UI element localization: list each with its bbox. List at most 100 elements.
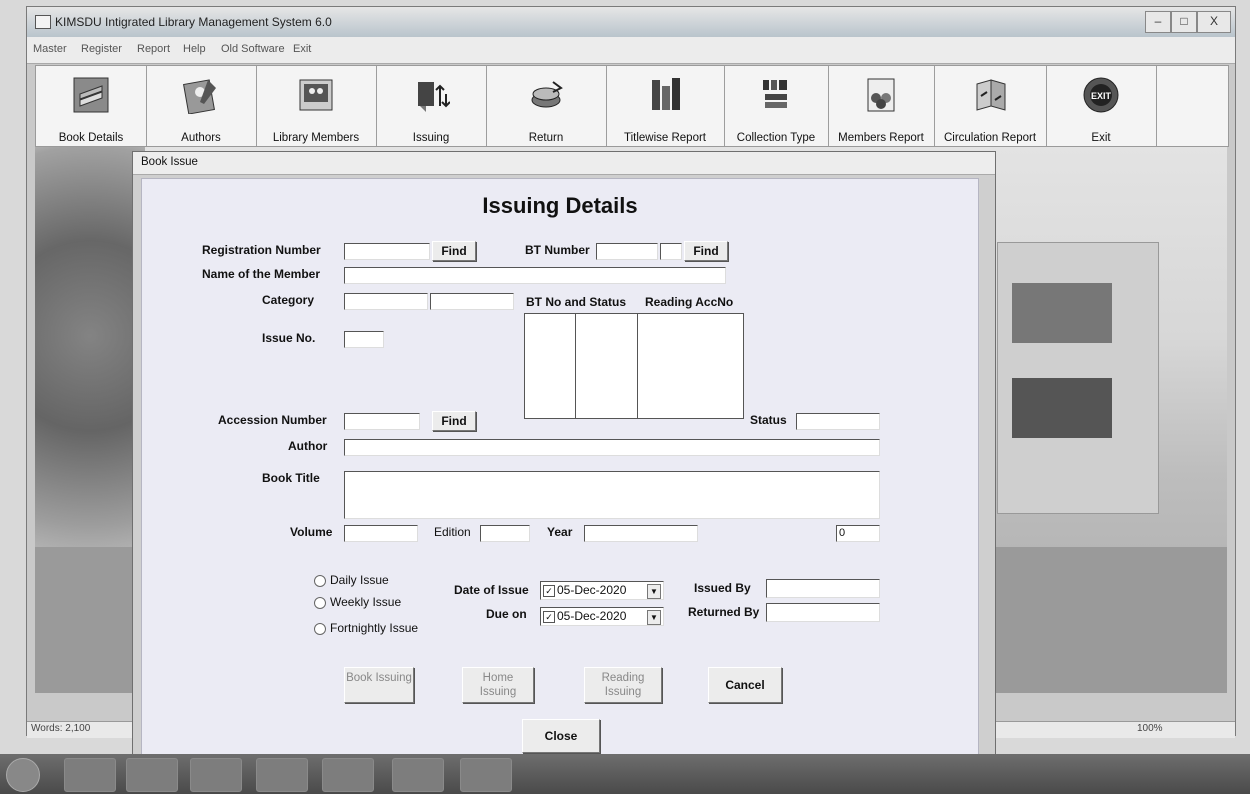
close-button[interactable]: Close [522,719,600,753]
due-on-checkbox[interactable]: ✓ [543,611,555,623]
media-player-icon[interactable] [126,758,178,792]
toolbar-collection-type[interactable]: Collection Type [724,66,829,146]
members-report-icon [867,78,895,112]
toolbar-label: Members Report [838,132,924,144]
bt-status-list[interactable] [524,313,744,419]
member-name-input[interactable] [344,267,726,284]
toolbar-issuing[interactable]: Issuing [376,66,487,146]
edition-input[interactable] [480,525,530,542]
bt-number-input[interactable] [596,243,658,260]
book-issuing-button[interactable]: Book Issuing [344,667,414,703]
dialog-body: Issuing Details Registration Number Find… [141,178,979,764]
date-of-issue-checkbox[interactable]: ✓ [543,585,555,597]
year-label: Year [547,525,573,539]
find-registration-button[interactable]: Find [432,241,476,261]
menu-report[interactable]: Report [137,43,170,55]
menu-master[interactable]: Master [33,43,67,55]
word-icon[interactable] [322,758,374,792]
toolbar-titlewise-report[interactable]: Titlewise Report [606,66,725,146]
books-icon [73,77,109,113]
find-accession-button[interactable]: Find [432,411,476,431]
toolbar-authors[interactable]: Authors [146,66,257,146]
chevron-down-icon[interactable]: ▼ [647,584,661,599]
start-button[interactable] [6,758,40,792]
bt-status-header: BT No and Status [526,295,627,309]
due-on-picker[interactable]: ✓ 05-Dec-2020 ▼ [540,607,664,626]
menu-help[interactable]: Help [183,43,206,55]
chrome-icon[interactable] [256,758,308,792]
toolbar-label: Collection Type [736,132,816,144]
volume-label: Volume [290,525,333,539]
minimize-button[interactable]: – [1145,11,1171,33]
close-window-button[interactable]: X [1197,11,1231,33]
due-on-label: Due on [486,607,527,621]
explorer-icon[interactable] [64,758,116,792]
toolbar-label: Exit [1091,132,1111,144]
toolbar-return[interactable]: Return [486,66,607,146]
fortnightly-issue-label: Fortnightly Issue [330,621,419,635]
reading-issuing-button[interactable]: Reading Issuing [584,667,662,703]
app-icon [35,15,51,29]
accession-number-input[interactable] [344,413,420,430]
issued-by-input[interactable] [766,579,880,598]
status-input[interactable] [796,413,880,430]
menu-old-software[interactable]: Old Software [221,43,285,55]
toolbar-members-report[interactable]: Members Report [828,66,935,146]
date-of-issue-label: Date of Issue [454,583,529,597]
paint-icon[interactable] [460,758,512,792]
year-input[interactable] [584,525,698,542]
firefox-icon[interactable] [190,758,242,792]
toolbar-library-members[interactable]: Library Members [256,66,377,146]
issue-no-input[interactable] [344,331,384,348]
bt-number-suffix-input[interactable] [660,243,682,260]
collection-icon [763,80,787,108]
window-title: KIMSDU Intigrated Library Management Sys… [55,15,332,29]
fortnightly-issue-radio[interactable] [314,623,326,635]
issuing-icon [418,82,450,112]
status-label: Status [750,413,787,427]
toolbar-book-details[interactable]: Book Details [36,66,147,146]
members-icon [299,79,333,111]
registration-number-label: Registration Number [202,243,321,257]
zoom-level: 100% [1137,723,1163,734]
date-of-issue-picker[interactable]: ✓ 05-Dec-2020 ▼ [540,581,664,600]
volume-input[interactable] [344,525,418,542]
counter-field[interactable]: 0 [836,525,880,542]
book-title-input[interactable] [344,471,880,519]
toolbar-label: Book Details [58,132,124,144]
home-issuing-button[interactable]: Home Issuing [462,667,534,703]
returned-by-label: Returned By [688,605,760,619]
title-bar: KIMSDU Intigrated Library Management Sys… [27,7,1235,37]
member-name-label: Name of the Member [202,267,321,281]
find-bt-button[interactable]: Find [684,241,728,261]
category-desc-input[interactable] [430,293,514,310]
library-app-icon[interactable] [392,758,444,792]
author-input[interactable] [344,439,880,456]
edition-label: Edition [434,525,471,539]
date-of-issue-value: 05-Dec-2020 [557,583,627,597]
reading-accno-header: Reading AccNo [645,295,734,309]
issued-by-label: Issued By [694,581,751,595]
building-image [997,242,1159,514]
menu-register[interactable]: Register [81,43,122,55]
report-icon [652,78,680,110]
maximize-button[interactable]: □ [1171,11,1197,33]
cancel-button[interactable]: Cancel [708,667,782,703]
toolbar: Book Details Authors Library Members Iss… [35,65,1229,147]
menu-exit[interactable]: Exit [293,43,311,55]
list-divider [575,314,576,418]
chevron-down-icon[interactable]: ▼ [647,610,661,625]
registration-number-input[interactable] [344,243,430,260]
toolbar-exit[interactable]: EXIT Exit [1046,66,1157,146]
toolbar-label: Library Members [272,132,360,144]
dialog-title: Book Issue [141,156,198,168]
toolbar-circulation-report[interactable]: Circulation Report [934,66,1047,146]
daily-issue-radio[interactable] [314,575,326,587]
toolbar-label: Authors [181,132,221,144]
tree-image [35,147,145,567]
author-label: Author [288,439,328,453]
weekly-issue-radio[interactable] [314,597,326,609]
category-input[interactable] [344,293,428,310]
exit-badge: EXIT [1090,91,1111,101]
returned-by-input[interactable] [766,603,880,622]
